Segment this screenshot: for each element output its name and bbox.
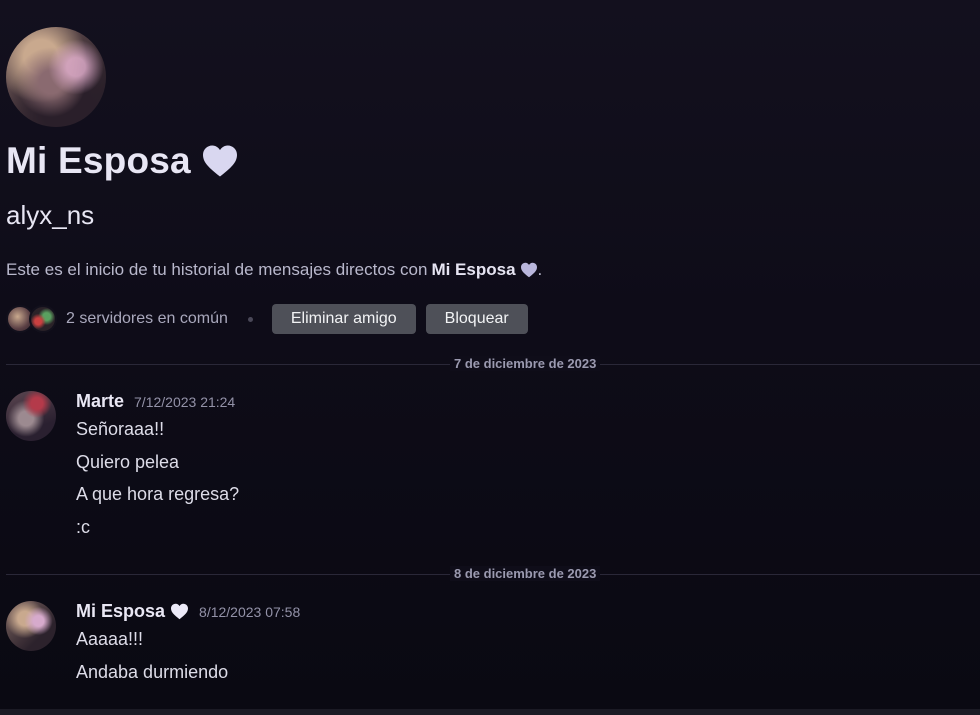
message-timestamp: 7/12/2023 21:24 <box>134 393 236 410</box>
message-composer-edge <box>0 709 980 715</box>
message-author[interactable]: Marte <box>76 391 124 412</box>
intro-end: . <box>537 260 543 279</box>
profile-username: alyx_ns <box>6 200 95 230</box>
avatar[interactable] <box>6 601 56 651</box>
separator-dot <box>247 316 253 322</box>
profile-header: Mi Esposa <box>6 140 239 182</box>
mutual-servers-link[interactable]: 2 servidores en común <box>66 310 228 328</box>
intro-text: Este es el inicio de tu historial de men… <box>6 260 428 279</box>
date-divider-label: 8 de diciembre de 2023 <box>450 566 601 581</box>
message-text: Aaaaa!!! <box>76 629 144 649</box>
date-divider-label: 7 de diciembre de 2023 <box>450 356 601 371</box>
remove-friend-button[interactable]: Eliminar amigo <box>271 304 416 334</box>
message-text: Señoraaa!! <box>76 419 165 439</box>
server-icon[interactable] <box>29 305 57 333</box>
message-header: Marte 7/12/2023 21:24 <box>76 391 235 412</box>
message-text: Quiero pelea <box>76 452 180 472</box>
message-text: A que hora regresa? <box>76 484 240 504</box>
message-author[interactable]: Mi Esposa <box>76 601 165 622</box>
profile-display-name: Mi Esposa <box>6 140 191 181</box>
date-divider: 8 de diciembre de 2023 <box>6 566 980 581</box>
profile-avatar[interactable] <box>6 27 106 127</box>
mutual-servers-row: 2 servidores en común Eliminar amigo Blo… <box>6 304 528 334</box>
intro-name: Mi Esposa <box>431 260 516 279</box>
mutual-server-icons[interactable] <box>6 305 57 333</box>
heart-icon <box>201 144 239 178</box>
heart-icon <box>520 262 538 278</box>
block-button[interactable]: Bloquear <box>425 304 528 334</box>
message-timestamp: 8/12/2023 07:58 <box>199 603 301 620</box>
message-text: :c <box>76 517 91 537</box>
heart-icon <box>170 603 189 620</box>
dm-intro-text: Este es el inicio de tu historial de men… <box>6 260 542 280</box>
message-header: Mi Esposa 8/12/2023 07:58 <box>76 601 300 622</box>
avatar[interactable] <box>6 391 56 441</box>
message-text: Andaba durmiendo <box>76 662 229 682</box>
date-divider: 7 de diciembre de 2023 <box>6 356 980 371</box>
